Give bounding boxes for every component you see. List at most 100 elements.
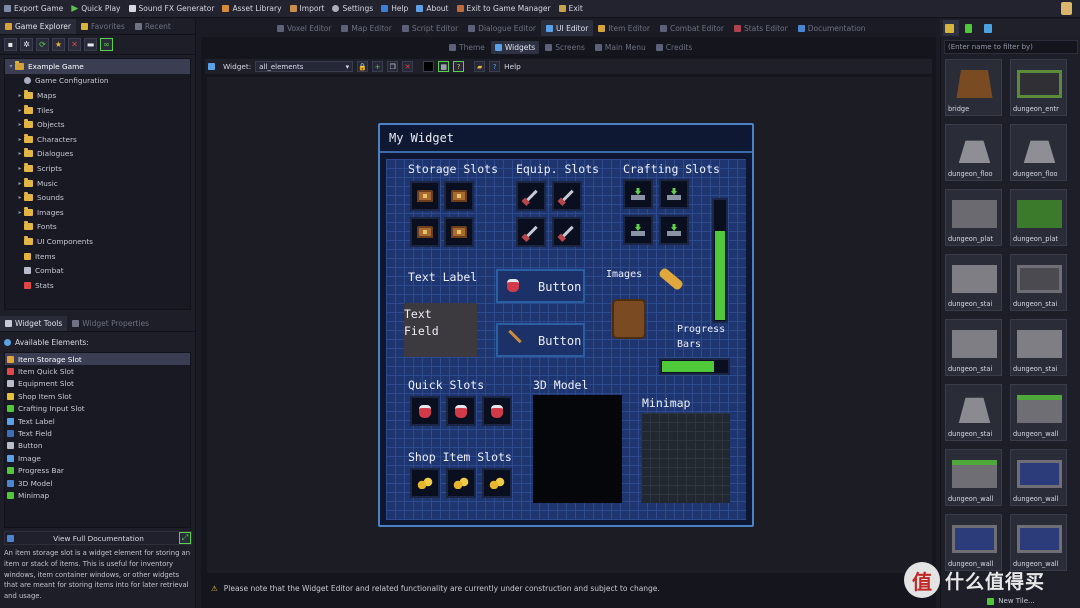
equipment-slot[interactable] (552, 217, 582, 247)
model-3d-viewport[interactable] (533, 395, 622, 503)
delete-widget-button[interactable]: ✕ (402, 61, 414, 72)
tab-item-editor[interactable]: Item Editor (593, 20, 655, 36)
menu-exit[interactable]: Exit (555, 0, 587, 18)
tab-game-explorer[interactable]: Game Explorer (0, 19, 76, 34)
view-docs-button[interactable]: View Full Documentation (18, 534, 179, 543)
tab-tiles[interactable] (943, 20, 959, 36)
element-minimap[interactable]: Minimap (5, 489, 190, 501)
collapse-button[interactable]: ▬ (84, 38, 97, 51)
shop-item-slot[interactable] (446, 468, 476, 498)
caret-icon[interactable]: ▸ (16, 209, 24, 216)
caret-icon[interactable]: ▸ (16, 107, 24, 114)
widget-button-2[interactable]: Button (496, 323, 585, 357)
menu-about[interactable]: About (412, 0, 452, 18)
tile-dungeon_plat[interactable]: dungeon_plat (1010, 189, 1067, 246)
tree-item-items[interactable]: Items (5, 249, 190, 264)
tab-widget-properties[interactable]: Widget Properties (67, 316, 154, 331)
element-button[interactable]: Button (5, 440, 190, 452)
tile-dungeon_stai[interactable]: dungeon_stai (945, 384, 1002, 441)
quick-slot[interactable] (410, 396, 440, 426)
lock-button[interactable]: 🔒 (357, 61, 369, 72)
equipment-slot[interactable] (516, 217, 546, 247)
tree-item-game-configuration[interactable]: Game Configuration (5, 74, 190, 89)
tile-dungeon_floo[interactable]: dungeon_floo (945, 124, 1002, 181)
grid-toggle-button[interactable]: ▦ (438, 61, 450, 72)
element-image[interactable]: Image (5, 452, 190, 464)
shop-item-slot[interactable] (482, 468, 512, 498)
caret-icon[interactable]: ▸ (16, 180, 24, 187)
tab-characters[interactable] (981, 20, 997, 36)
tile-bridge[interactable]: bridge (945, 59, 1002, 116)
element-progress-bar[interactable]: Progress Bar (5, 465, 190, 477)
menu-exit-to-manager[interactable]: Exit to Game Manager (453, 0, 555, 18)
tile-dungeon_stai[interactable]: dungeon_stai (1010, 254, 1067, 311)
storage-slot[interactable] (444, 217, 474, 247)
crafting-slot[interactable] (659, 215, 689, 245)
tree-item-ui-components[interactable]: UI Components (5, 234, 190, 249)
tree-item-tiles[interactable]: ▸ Tiles (5, 103, 190, 118)
duplicate-button[interactable]: ❐ (387, 61, 399, 72)
text-field[interactable]: Text Field (404, 303, 477, 357)
tree-item-dialogues[interactable]: ▸ Dialogues (5, 147, 190, 162)
tree-item-maps[interactable]: ▸ Maps (5, 88, 190, 103)
background-black-button[interactable] (423, 61, 435, 72)
tile-dungeon_stai[interactable]: dungeon_stai (945, 254, 1002, 311)
tab-map-editor[interactable]: Map Editor (336, 20, 396, 36)
tree-item-sounds[interactable]: ▸ Sounds (5, 190, 190, 205)
tab-theme[interactable]: Theme (445, 41, 489, 54)
tree-item-music[interactable]: ▸ Music (5, 176, 190, 191)
tab-favorites[interactable]: Favorites (76, 19, 130, 34)
tree-item-scripts[interactable]: ▸ Scripts (5, 161, 190, 176)
tab-widgets[interactable]: Widgets (490, 41, 540, 54)
tile-dungeon_stai[interactable]: dungeon_stai (945, 319, 1002, 376)
tree-item-stats[interactable]: Stats (5, 278, 190, 293)
menu-help[interactable]: Help (377, 0, 412, 18)
storage-slot[interactable] (410, 181, 440, 211)
tab-screens[interactable]: Screens (541, 41, 589, 54)
quick-slot[interactable] (482, 396, 512, 426)
tab-ui-editor[interactable]: UI Editor (541, 20, 594, 36)
equipment-slot[interactable] (516, 181, 546, 211)
tile-dungeon_stai[interactable]: dungeon_stai (1010, 319, 1067, 376)
tree-item-combat[interactable]: Combat (5, 263, 190, 278)
menu-asset-library[interactable]: Asset Library (218, 0, 285, 18)
widget-select[interactable]: all_elements ▾ (255, 61, 354, 72)
element-3d-model[interactable]: 3D Model (5, 477, 190, 489)
tile-dungeon_floo[interactable]: dungeon_floo (1010, 124, 1067, 181)
tree-item-fonts[interactable]: Fonts (5, 220, 190, 235)
caret-icon[interactable]: ▸ (16, 121, 24, 128)
tooltip-toggle-button[interactable]: ? (453, 61, 465, 72)
menu-settings[interactable]: Settings (328, 0, 377, 18)
tab-objects[interactable] (962, 20, 978, 36)
tile-dungeon_wall[interactable]: dungeon_wall (1010, 384, 1067, 441)
menu-export-game[interactable]: Export Game (0, 0, 67, 18)
help-icon[interactable]: ? (489, 61, 501, 72)
tree-item-images[interactable]: ▸ Images (5, 205, 190, 220)
element-equipment-slot[interactable]: Equipment Slot (5, 378, 190, 390)
caret-icon[interactable]: ▸ (16, 194, 24, 201)
add-widget-button[interactable]: + (372, 61, 384, 72)
element-text-field[interactable]: Text Field (5, 427, 190, 439)
element-item-storage-slot[interactable]: Item Storage Slot (5, 353, 190, 366)
favorite-button[interactable]: ★ (52, 38, 65, 51)
filter-input[interactable]: (Enter name to filter by) (944, 40, 1078, 54)
equipment-slot[interactable] (552, 181, 582, 211)
caret-icon[interactable]: ▸ (16, 150, 24, 157)
tab-widget-tools[interactable]: Widget Tools (0, 316, 68, 331)
element-text-label[interactable]: Text Label (5, 415, 190, 427)
tile-dungeon_wall[interactable]: dungeon_wall (945, 449, 1002, 506)
open-folder-button[interactable]: ▰ (474, 61, 486, 72)
crafting-slot[interactable] (659, 179, 689, 209)
user-icon[interactable] (1061, 2, 1072, 15)
caret-icon[interactable]: ▾ (7, 63, 15, 70)
tile-dungeon_plat[interactable]: dungeon_plat (945, 189, 1002, 246)
tab-credits[interactable]: Credits (652, 41, 696, 54)
settings-button[interactable]: ✲ (20, 38, 33, 51)
refresh-button[interactable]: ⟳ (36, 38, 49, 51)
crafting-slot[interactable] (623, 215, 653, 245)
help-button[interactable]: Help (504, 62, 521, 71)
new-file-button[interactable]: ▪ (4, 38, 17, 51)
tree-item-objects[interactable]: ▸ Objects (5, 117, 190, 132)
tile-dungeon_entr[interactable]: dungeon_entr (1010, 59, 1067, 116)
element-shop-item-slot[interactable]: Shop Item Slot (5, 390, 190, 402)
